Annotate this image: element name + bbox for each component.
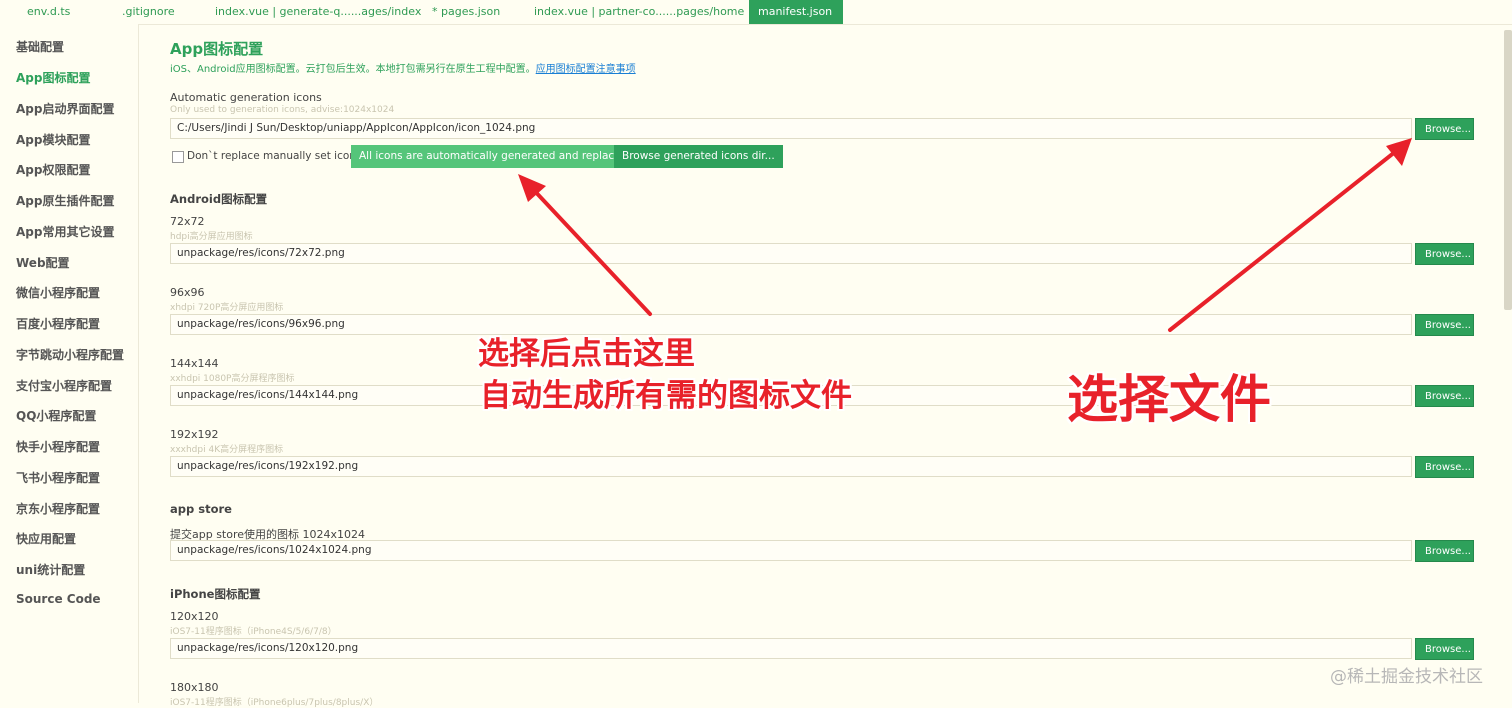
description-text: iOS、Android应用图标配置。云打包后生效。本地打包需另行在原生工程中配置… xyxy=(170,64,536,75)
sidebar-item-web[interactable]: Web配置 xyxy=(16,254,70,271)
tab-gitignore[interactable]: .gitignore xyxy=(113,0,184,24)
iphone-180-label: 180x180 xyxy=(170,681,219,694)
auto-generate-label: Automatic generation icons xyxy=(170,91,322,104)
tab-manifest-json[interactable]: manifest.json xyxy=(749,0,843,24)
android-72-hint: hdpi高分屏应用图标 xyxy=(170,232,253,242)
android-192-path-input[interactable]: unpackage/res/icons/192x192.png xyxy=(170,456,1412,477)
android-96-label: 96x96 xyxy=(170,286,205,299)
annotation-left-line1: 选择后点击这里 xyxy=(478,336,695,372)
sidebar-item-app-permissions[interactable]: App权限配置 xyxy=(16,161,90,178)
iphone-120-path-input[interactable]: unpackage/res/icons/120x120.png xyxy=(170,638,1412,659)
tab-pages-json[interactable]: * pages.json xyxy=(423,0,509,24)
android-72-path-input[interactable]: unpackage/res/icons/72x72.png xyxy=(170,243,1412,264)
android-144-browse-button[interactable]: Browse... xyxy=(1415,385,1474,407)
sidebar-item-app-modules[interactable]: App模块配置 xyxy=(16,131,90,148)
page-description: iOS、Android应用图标配置。云打包后生效。本地打包需另行在原生工程中配置… xyxy=(170,60,636,75)
auto-generate-button[interactable]: All icons are automatically generated an… xyxy=(351,145,636,168)
android-192-hint: xxxhdpi 4K高分屏程序图标 xyxy=(170,445,284,455)
sidebar-item-kuaishou[interactable]: 快手小程序配置 xyxy=(16,438,100,455)
tab-index-vue-partner[interactable]: index.vue | partner-co......pages/home xyxy=(525,0,753,24)
sidebar-item-feishu[interactable]: 飞书小程序配置 xyxy=(16,469,100,486)
android-192-label: 192x192 xyxy=(170,428,219,441)
sidebar-item-alipay[interactable]: 支付宝小程序配置 xyxy=(16,377,112,394)
sidebar-item-quickapp[interactable]: 快应用配置 xyxy=(16,530,76,547)
annotation-left-line2: 自动生成所有需的图标文件 xyxy=(480,378,852,414)
android-72-browse-button[interactable]: Browse... xyxy=(1415,243,1474,265)
android-section-title: Android图标配置 xyxy=(170,192,268,206)
auto-icon-path-input[interactable]: C:/Users/Jindi J Sun/Desktop/uniapp/AppI… xyxy=(170,118,1412,139)
appstore-path-input[interactable]: unpackage/res/icons/1024x1024.png xyxy=(170,540,1412,561)
sidebar-item-source-code[interactable]: Source Code xyxy=(16,592,101,606)
android-96-hint: xhdpi 720P高分屏应用图标 xyxy=(170,303,284,313)
sidebar-item-app-other[interactable]: App常用其它设置 xyxy=(16,223,114,240)
dont-replace-checkbox[interactable] xyxy=(172,151,184,163)
android-144-label: 144x144 xyxy=(170,357,219,370)
appstore-section-title: app store xyxy=(170,502,232,516)
iphone-section-title: iPhone图标配置 xyxy=(170,587,261,601)
sidebar-item-weixin[interactable]: 微信小程序配置 xyxy=(16,284,100,301)
sidebar-item-app-icon[interactable]: App图标配置 xyxy=(16,69,90,86)
app-icon-config-panel: App图标配置 iOS、Android应用图标配置。云打包后生效。本地打包需另行… xyxy=(139,24,1504,708)
page-title: App图标配置 xyxy=(170,40,264,58)
iphone-120-label: 120x120 xyxy=(170,610,219,623)
annotation-right: 选择文件 xyxy=(1067,371,1272,430)
sidebar-item-uni-stat[interactable]: uni统计配置 xyxy=(16,561,85,578)
sidebar-item-app-native-plugins[interactable]: App原生插件配置 xyxy=(16,192,114,209)
sidebar-item-toutiao[interactable]: 字节跳动小程序配置 xyxy=(16,346,124,363)
sidebar-item-jd[interactable]: 京东小程序配置 xyxy=(16,500,100,517)
icon-notes-link[interactable]: 应用图标配置注意事项 xyxy=(536,64,636,75)
android-144-hint: xxhdpi 1080P高分屏程序图标 xyxy=(170,374,295,384)
watermark: @稀土掘金技术社区 xyxy=(1330,667,1483,687)
android-72-label: 72x72 xyxy=(170,215,205,228)
sidebar-item-basic[interactable]: 基础配置 xyxy=(16,38,64,55)
tab-index-vue-generate[interactable]: index.vue | generate-q......ages/index xyxy=(206,0,430,24)
android-96-path-input[interactable]: unpackage/res/icons/96x96.png xyxy=(170,314,1412,335)
sidebar-item-baidu[interactable]: 百度小程序配置 xyxy=(16,315,100,332)
appstore-browse-button[interactable]: Browse... xyxy=(1415,540,1474,562)
vertical-scrollbar[interactable] xyxy=(1504,30,1512,310)
editor-tab-bar: env.d.ts .gitignore index.vue | generate… xyxy=(0,0,1512,25)
tab-env-d-ts[interactable]: env.d.ts xyxy=(18,0,79,24)
iphone-120-browse-button[interactable]: Browse... xyxy=(1415,638,1474,660)
sidebar-item-app-splash[interactable]: App启动界面配置 xyxy=(16,100,114,117)
android-192-browse-button[interactable]: Browse... xyxy=(1415,456,1474,478)
browse-generated-dir-button[interactable]: Browse generated icons dir... xyxy=(614,145,783,168)
android-96-browse-button[interactable]: Browse... xyxy=(1415,314,1474,336)
dont-replace-label: Don`t replace manually set icons xyxy=(187,150,362,162)
manifest-sidebar: 基础配置 App图标配置 App启动界面配置 App模块配置 App权限配置 A… xyxy=(0,24,139,703)
iphone-180-hint: iOS7-11程序图标（iPhone6plus/7plus/8plus/X） xyxy=(170,698,379,708)
sidebar-item-qq[interactable]: QQ小程序配置 xyxy=(16,407,96,424)
auto-icon-browse-button[interactable]: Browse... xyxy=(1415,118,1474,140)
auto-generate-hint: Only used to generation icons, advise:10… xyxy=(170,105,395,115)
iphone-120-hint: iOS7-11程序图标（iPhone4S/5/6/7/8） xyxy=(170,627,337,637)
